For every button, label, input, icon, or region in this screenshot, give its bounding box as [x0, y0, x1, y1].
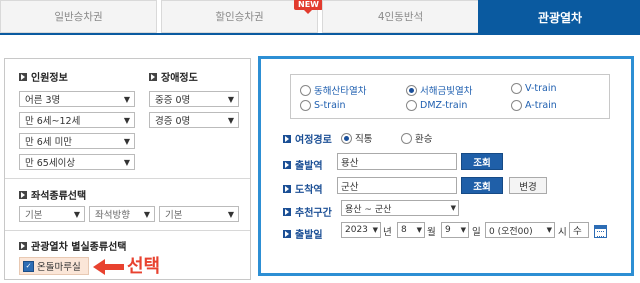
depart-label: 출발역 — [283, 157, 323, 172]
bullet-icon — [283, 134, 291, 143]
change-stations-button[interactable]: 변경 — [509, 177, 547, 194]
bullet-icon — [149, 72, 157, 81]
tab-label: 관광열차 — [537, 11, 583, 25]
weekday-display: 수 — [569, 222, 589, 238]
chevron-down-icon: ▼ — [546, 226, 552, 234]
day-select[interactable]: 9 ▼ — [441, 222, 469, 238]
ticket-type-tabs: 일반승차권 할인승차권 NEW 4인동반석 관광열차 — [0, 0, 640, 35]
tab-general-ticket[interactable]: 일반승차권 — [0, 0, 157, 33]
tab-discount-ticket[interactable]: 할인승차권 NEW — [161, 0, 323, 33]
arrive-lookup-button[interactable]: 조회 — [461, 177, 503, 194]
tab-label: 할인승차권 — [215, 11, 264, 23]
ondol-room-label: 온돌마루실 — [37, 262, 81, 273]
chevron-down-icon: ▼ — [143, 210, 150, 219]
radio-icon — [511, 100, 522, 111]
chevron-down-icon: ▼ — [450, 204, 456, 212]
seat-direction-select[interactable]: 좌석방향 ▼ — [89, 206, 155, 222]
radio-selected-icon — [406, 84, 417, 96]
radio-icon — [401, 132, 412, 144]
chevron-down-icon: ▼ — [123, 158, 130, 167]
arrive-station-input[interactable]: 군산 — [337, 177, 457, 194]
chevron-down-icon: ▼ — [416, 226, 422, 234]
chevron-down-icon: ▼ — [227, 116, 234, 125]
chevron-down-icon: ▼ — [123, 116, 130, 125]
chevron-down-icon: ▼ — [372, 226, 378, 234]
bullet-icon — [283, 160, 291, 169]
radio-icon — [300, 84, 311, 96]
bullet-icon — [19, 72, 27, 81]
disability-title: 장애정도 — [149, 69, 198, 84]
recommended-route-select[interactable]: 용산 ~ 군산 ▼ — [341, 200, 459, 216]
seat-type-select[interactable]: 기본 ▼ — [19, 206, 85, 222]
tab-underline — [0, 33, 640, 35]
ondol-room-checkbox[interactable]: ✓ 온돌마루실 — [19, 257, 89, 275]
passenger-panel: 인원정보 장애정도 어른 3명 ▼ 만 6세~12세 ▼ 만 6세 미만 ▼ 만 65… — [4, 58, 251, 280]
depart-lookup-button[interactable]: 조회 — [461, 153, 503, 170]
radio-v-train[interactable]: V-train — [511, 83, 556, 94]
radio-icon — [406, 100, 417, 111]
bullet-icon — [283, 207, 291, 216]
route-label: 여정경로 — [283, 131, 332, 146]
chevron-down-icon: ▼ — [123, 95, 130, 104]
tab-tour-train[interactable]: 관광열차 — [478, 0, 640, 35]
date-label: 출발일 — [283, 226, 323, 241]
child-select[interactable]: 만 6세~12세 ▼ — [19, 112, 135, 128]
recommend-label: 추천구간 — [283, 204, 332, 219]
checkbox-checked-icon: ✓ — [23, 260, 34, 272]
divider — [5, 230, 250, 231]
chevron-down-icon: ▼ — [123, 137, 130, 146]
bullet-icon — [19, 190, 27, 199]
radio-transfer[interactable]: 환승 — [401, 131, 432, 145]
radio-donghae-santa[interactable]: 동해산타열차 — [300, 83, 366, 97]
divider — [5, 178, 250, 179]
year-select[interactable]: 2023 ▼ — [341, 222, 381, 238]
tour-train-selector: 동해산타열차 서해금빛열차 V-train S-train DMZ-train … — [290, 74, 610, 119]
bullet-icon — [283, 184, 291, 193]
tab-label: 일반승차권 — [54, 11, 103, 23]
radio-seohae-geumbit[interactable]: 서해금빛열차 — [406, 83, 472, 97]
bullet-icon — [283, 229, 291, 238]
arrow-shaft — [104, 264, 124, 270]
seat-position-select[interactable]: 기본 ▼ — [159, 206, 239, 222]
select-annotation: 선택 — [127, 256, 161, 277]
hour-select[interactable]: 0 (오전00) ▼ — [485, 222, 555, 238]
severe-disability-select[interactable]: 중증 0명 ▼ — [149, 91, 239, 107]
arrive-label: 도착역 — [283, 181, 323, 196]
senior-select[interactable]: 만 65세이상 ▼ — [19, 154, 135, 170]
tab-four-person-seat[interactable]: 4인동반석 — [322, 0, 479, 33]
radio-selected-icon — [341, 132, 352, 144]
chevron-down-icon: ▼ — [460, 226, 466, 234]
mild-disability-select[interactable]: 경증 0명 ▼ — [149, 112, 239, 128]
day-unit: 일 — [472, 227, 481, 238]
month-unit: 월 — [427, 227, 436, 238]
hour-unit: 시 — [558, 227, 567, 238]
chevron-down-icon: ▼ — [227, 210, 234, 219]
chevron-down-icon: ▼ — [73, 210, 80, 219]
adult-select[interactable]: 어른 3명 ▼ — [19, 91, 135, 107]
radio-a-train[interactable]: A-train — [511, 100, 557, 111]
passenger-info-title: 인원정보 — [19, 69, 68, 84]
chevron-down-icon: ▼ — [227, 95, 234, 104]
depart-station-input[interactable]: 용산 — [337, 153, 457, 170]
infant-select[interactable]: 만 6세 미만 ▼ — [19, 133, 135, 149]
tour-room-title: 관광열차 별실종류선택 — [19, 238, 126, 253]
new-badge: NEW — [294, 0, 323, 14]
radio-icon — [300, 100, 311, 111]
year-unit: 년 — [383, 227, 392, 238]
tab-label: 4인동반석 — [377, 11, 424, 23]
bullet-icon — [19, 241, 27, 250]
radio-s-train[interactable]: S-train — [300, 100, 346, 111]
radio-icon — [511, 83, 522, 94]
seat-type-title: 좌석종류선택 — [19, 187, 86, 202]
calendar-icon[interactable] — [594, 225, 607, 238]
radio-dmz-train[interactable]: DMZ-train — [406, 100, 467, 111]
radio-direct[interactable]: 직통 — [341, 131, 372, 145]
month-select[interactable]: 8 ▼ — [397, 222, 425, 238]
journey-panel: 동해산타열차 서해금빛열차 V-train S-train DMZ-train … — [258, 56, 634, 276]
